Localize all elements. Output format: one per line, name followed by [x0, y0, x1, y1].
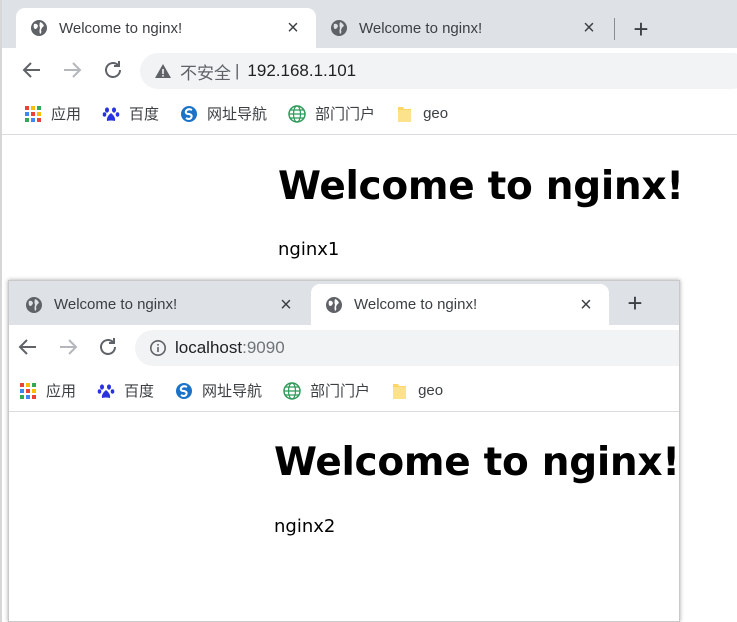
bookmark-label: 网址导航 [207, 106, 268, 123]
url-host: 192.168.1.101 [247, 61, 357, 80]
globe-icon [326, 296, 342, 313]
not-secure-label: 不安全 [180, 63, 231, 83]
bookmark-label: geo [423, 105, 449, 122]
bookmark-label: 网址导航 [202, 383, 263, 400]
baidu-paw-icon [102, 106, 120, 121]
baidu-paw-icon [97, 383, 115, 398]
bookmark-apps[interactable]: 应用 [24, 103, 81, 124]
folder-icon [398, 106, 412, 122]
tab-strip: Welcome to nginx! × Welcome to nginx! × … [2, 0, 737, 48]
page-text: nginx1 [278, 239, 340, 260]
forward-arrow-icon[interactable] [60, 58, 84, 82]
page-content: Welcome to nginx! nginx2 [9, 412, 680, 621]
bookmarks-bar: 应用 百度 网址导航 部门门户 geo [9, 370, 679, 412]
bookmark-label: 部门门户 [315, 106, 376, 123]
bookmark-label: 应用 [51, 106, 82, 123]
close-icon[interactable]: × [577, 295, 595, 315]
back-arrow-icon[interactable] [20, 58, 44, 82]
address-bar[interactable]: 不安全 | 192.168.1.101 [140, 53, 737, 89]
tab-welcome-nginx[interactable]: Welcome to nginx! × [11, 284, 309, 325]
globe-icon [31, 20, 47, 36]
close-icon[interactable]: × [284, 18, 302, 38]
tab-title: Welcome to nginx! [59, 19, 183, 37]
tab-title: Welcome to nginx! [54, 296, 178, 313]
reload-icon[interactable] [96, 335, 120, 359]
bookmark-apps[interactable]: 应用 [19, 380, 76, 401]
bookmark-label: 百度 [124, 383, 155, 400]
plus-icon[interactable]: + [622, 290, 648, 316]
bookmark-nav[interactable]: 网址导航 [175, 380, 262, 401]
warning-triangle-icon[interactable] [154, 62, 172, 80]
tab-divider [614, 18, 615, 40]
bookmark-geo[interactable]: geo [391, 382, 443, 400]
bookmark-label: 百度 [129, 106, 160, 123]
bookmark-portal[interactable]: 部门门户 [283, 380, 370, 401]
browser-window-2: Welcome to nginx! × Welcome to nginx! × … [8, 280, 680, 622]
bookmark-baidu[interactable]: 百度 [102, 103, 159, 124]
reload-icon[interactable] [101, 58, 125, 82]
tab-welcome-nginx-active[interactable]: Welcome to nginx! × [16, 8, 316, 48]
plus-icon[interactable]: + [628, 16, 654, 42]
bookmark-label: 应用 [46, 383, 77, 400]
sogou-icon [181, 105, 198, 122]
toolbar: localhost:9090 [9, 325, 679, 370]
sogou-icon [176, 382, 193, 399]
apps-grid-icon [25, 105, 41, 122]
globe-green-icon [288, 104, 306, 123]
globe-icon [331, 20, 347, 36]
tab-welcome-nginx-active[interactable]: Welcome to nginx! × [311, 284, 609, 325]
info-icon[interactable] [149, 339, 167, 357]
tab-strip: Welcome to nginx! × Welcome to nginx! × … [9, 281, 679, 325]
bookmark-geo[interactable]: geo [396, 105, 448, 123]
globe-icon [26, 296, 42, 313]
folder-icon [393, 383, 407, 399]
toolbar: 不安全 | 192.168.1.101 [2, 48, 737, 93]
url-host: localhost [175, 338, 243, 357]
back-arrow-icon[interactable] [16, 335, 40, 359]
bookmarks-bar: 应用 百度 网址导航 部门门户 geo [2, 93, 737, 135]
url-port: :9090 [242, 338, 285, 357]
bookmark-label: 部门门户 [310, 383, 371, 400]
bookmark-nav[interactable]: 网址导航 [180, 103, 267, 124]
apps-grid-icon [20, 382, 36, 399]
page-text: nginx2 [274, 516, 336, 537]
page-heading: Welcome to nginx! [278, 164, 684, 209]
forward-arrow-icon[interactable] [56, 335, 80, 359]
page-heading: Welcome to nginx! [274, 440, 680, 485]
tab-welcome-nginx[interactable]: Welcome to nginx! × [316, 8, 612, 48]
tab-title: Welcome to nginx! [359, 19, 483, 37]
bookmark-baidu[interactable]: 百度 [97, 380, 154, 401]
tab-title: Welcome to nginx! [354, 296, 478, 313]
close-icon[interactable]: × [580, 18, 598, 38]
globe-green-icon [283, 381, 301, 400]
separator: | [235, 61, 240, 80]
address-bar[interactable]: localhost:9090 [135, 330, 679, 366]
close-icon[interactable]: × [277, 295, 295, 315]
bookmark-portal[interactable]: 部门门户 [288, 103, 375, 124]
bookmark-label: geo [418, 382, 444, 399]
